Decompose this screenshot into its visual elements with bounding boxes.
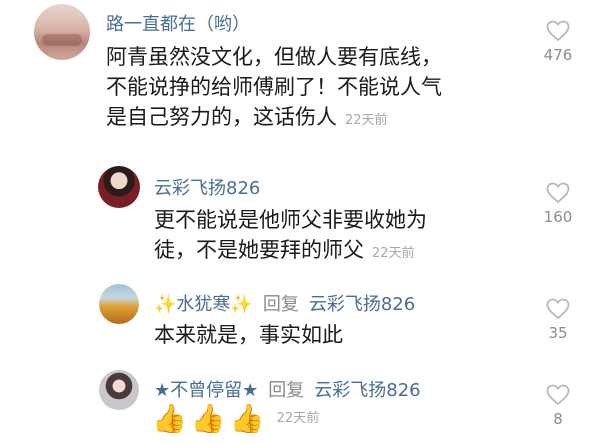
comment-text: 本来就是，事实如此 [154, 320, 343, 350]
comment-line: 是自己努力的，这话伤人 22天前 [106, 102, 442, 136]
heart-outline-icon [546, 182, 570, 204]
comment-line-text: 徒，不是她要拜的师父 [154, 238, 364, 262]
like-button[interactable]: 8 [538, 384, 578, 428]
comment-text: 👍👍👍 22天前 [152, 402, 319, 435]
like-count: 8 [553, 410, 563, 428]
like-count: 476 [543, 46, 573, 64]
comment-username[interactable]: ✨水犹寒✨ [154, 294, 253, 315]
comment-username[interactable]: 云彩飞扬826 [154, 174, 260, 200]
reply-header: ★不曾停留★ 回复 云彩飞扬826 [154, 376, 421, 402]
like-count: 35 [548, 324, 568, 342]
comment-time: 22天前 [345, 113, 388, 128]
comment-line: 更不能说是他师父非要收她为 [154, 208, 427, 232]
reply-to-username[interactable]: 云彩飞扬826 [309, 294, 415, 315]
comment-time: 22天前 [372, 246, 415, 261]
avatar[interactable] [98, 166, 140, 208]
avatar[interactable] [99, 370, 139, 410]
like-button[interactable]: 35 [538, 298, 578, 342]
reply-to-username[interactable]: 云彩飞扬826 [314, 380, 420, 401]
comment-line-text: 是自己努力的，这话伤人 [106, 105, 337, 129]
comment-line: 阿青虽然没文化，但做人要有底线， [106, 45, 442, 69]
reply-label: 回复 [262, 294, 299, 315]
thumbs-up-emoji: 👍👍👍 [152, 402, 269, 435]
comment-line: 徒，不是她要拜的师父 22天前 [154, 235, 427, 269]
heart-outline-icon [546, 298, 570, 320]
heart-outline-icon [546, 20, 570, 42]
reply-header: ✨水犹寒✨ 回复 云彩飞扬826 [154, 290, 415, 316]
comment-username[interactable]: 路一直都在（哟） [106, 10, 250, 36]
comment-username[interactable]: ★不曾停留★ [154, 380, 258, 401]
comment-text: 更不能说是他师父非要收她为 徒，不是她要拜的师父 22天前 [154, 205, 427, 269]
reply-label: 回复 [268, 380, 305, 401]
comment-line: 不能说挣的给师傅刷了！不能说人气 [106, 75, 442, 99]
like-count: 160 [543, 208, 573, 226]
comment-text: 阿青虽然没文化，但做人要有底线， 不能说挣的给师傅刷了！不能说人气 是自己努力的… [106, 42, 442, 136]
comment-line: 本来就是，事实如此 [154, 323, 343, 347]
avatar[interactable] [99, 284, 139, 324]
avatar[interactable] [34, 4, 90, 60]
like-button[interactable]: 160 [538, 182, 578, 226]
comment-time: 22天前 [276, 411, 320, 426]
heart-outline-icon [546, 384, 570, 406]
like-button[interactable]: 476 [538, 20, 578, 64]
